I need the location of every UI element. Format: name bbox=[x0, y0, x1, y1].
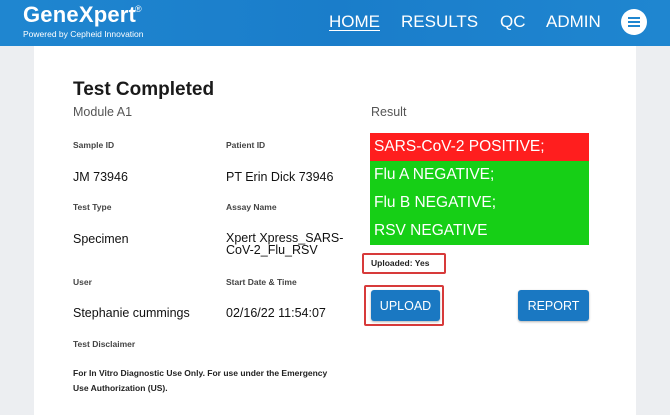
menu-line bbox=[628, 21, 640, 23]
test-type-value: Specimen bbox=[73, 232, 129, 246]
start-datetime-label: Start Date & Time bbox=[226, 277, 297, 287]
test-disclaimer-text: For In Vitro Diagnostic Use Only. For us… bbox=[73, 366, 373, 396]
assay-name-label: Assay Name bbox=[226, 202, 277, 212]
test-type-label: Test Type bbox=[73, 202, 112, 212]
registered-mark: ® bbox=[135, 4, 142, 14]
result-sars-cov-2: SARS-CoV-2 POSITIVE; bbox=[370, 133, 589, 161]
report-button[interactable]: REPORT bbox=[518, 290, 589, 321]
menu-line bbox=[628, 17, 640, 19]
nav-results[interactable]: RESULTS bbox=[401, 12, 478, 32]
sample-id-value: JM 73946 bbox=[73, 170, 128, 184]
nav-qc[interactable]: QC bbox=[500, 12, 526, 32]
start-datetime-value: 02/16/22 11:54:07 bbox=[226, 306, 326, 320]
user-value: Stephanie cummings bbox=[73, 306, 190, 320]
result-flu-a: Flu A NEGATIVE; bbox=[370, 161, 589, 189]
nav-admin[interactable]: ADMIN bbox=[546, 12, 601, 32]
sample-id-label: Sample ID bbox=[73, 140, 115, 150]
result-rsv: RSV NEGATIVE bbox=[370, 217, 589, 245]
nav-home[interactable]: HOME bbox=[329, 12, 380, 32]
test-disclaimer-label: Test Disclaimer bbox=[73, 339, 136, 349]
module-label: Module A1 bbox=[73, 105, 133, 119]
result-heading: Result bbox=[371, 105, 407, 119]
disclaimer-line: Use Authorization (US). bbox=[73, 383, 168, 393]
assay-name-value: Xpert Xpress_SARS- CoV-2_Flu_RSV bbox=[226, 232, 343, 257]
assay-name-line: CoV-2_Flu_RSV bbox=[226, 243, 318, 257]
upload-status: Uploaded: Yes bbox=[362, 253, 446, 274]
hamburger-menu-icon[interactable] bbox=[621, 9, 647, 35]
user-label: User bbox=[73, 277, 92, 287]
patient-id-value: PT Erin Dick 73946 bbox=[226, 170, 334, 184]
disclaimer-line: For In Vitro Diagnostic Use Only. For us… bbox=[73, 368, 328, 378]
page-title: Test Completed bbox=[73, 79, 215, 100]
logo-tagline: Powered by Cepheid Innovation bbox=[23, 29, 144, 39]
menu-line bbox=[628, 25, 640, 27]
top-navigation-bar: GeneXpert ® Powered by Cepheid Innovatio… bbox=[0, 0, 670, 46]
genexpert-logo[interactable]: GeneXpert bbox=[23, 2, 136, 28]
patient-id-label: Patient ID bbox=[226, 140, 266, 150]
upload-button[interactable]: UPLOAD bbox=[371, 290, 440, 321]
result-flu-b: Flu B NEGATIVE; bbox=[370, 189, 589, 217]
